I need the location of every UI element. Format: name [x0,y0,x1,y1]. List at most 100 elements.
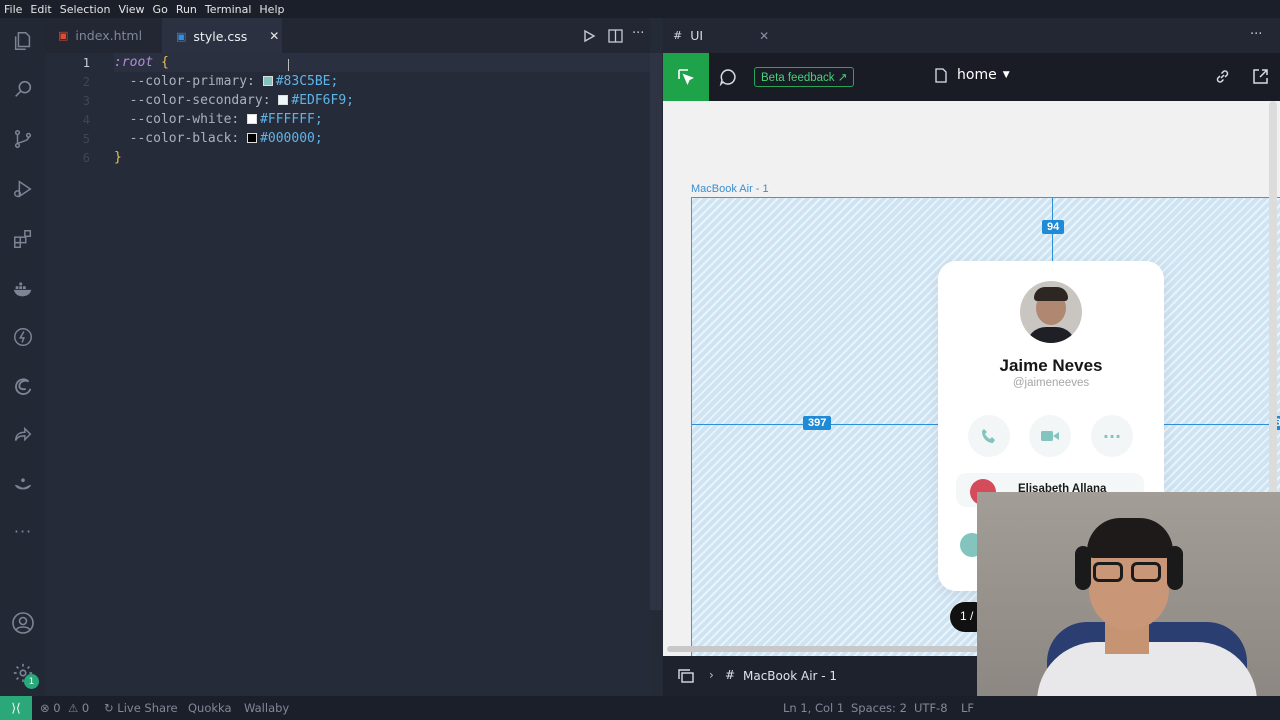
wallaby-button[interactable]: Wallaby [244,701,289,715]
indentation[interactable]: Spaces: 2 [851,701,907,715]
code-line: 6 } [46,148,650,167]
frame-hash-icon: # [725,668,736,682]
spacing-badge-top: 94 [1042,220,1065,234]
css-value: #FFFFFF; [260,112,323,127]
color-swatch[interactable] [278,95,289,105]
warning-count: 0 [81,701,90,715]
open-external-icon[interactable] [1252,68,1269,89]
headphone-left [1075,546,1091,590]
mouse-cursor [288,59,289,71]
link-icon[interactable] [1214,68,1231,89]
preview-more-icon[interactable]: ··· [1250,27,1262,42]
search-icon[interactable] [10,76,36,102]
spacing-badge-left: 397 [803,416,832,430]
status-bar: ⟩⟨ ⊗ 0 ⚠ 0 ↻ Live Share Quokka Wallaby L… [0,696,1280,720]
color-swatch[interactable] [247,133,258,143]
close-tab-icon[interactable]: ✕ [269,29,279,43]
tab-label: style.css [193,28,248,44]
tab-label: UI [690,28,704,43]
run-debug-icon[interactable] [10,176,36,202]
menu-file[interactable]: File [4,3,22,16]
css-value: #000000; [260,131,323,146]
menu-terminal[interactable]: Terminal [205,3,252,16]
end-of-line[interactable]: LF [961,701,974,715]
line-number: 5 [82,131,90,146]
chevron-down-icon: ▼ [1002,70,1010,80]
thunder-client-icon[interactable] [10,324,36,350]
code-line: 4 --color-white: #FFFFFF; [46,110,650,129]
layers-icon[interactable] [677,668,695,687]
css-selector: :root [114,55,154,70]
tab-index-html[interactable]: ▣ index.html [46,18,161,53]
encoding[interactable]: UTF-8 [914,701,948,715]
menu-edit[interactable]: Edit [30,3,51,16]
css-property: --color-primary: [129,74,255,89]
menu-view[interactable]: View [118,3,144,16]
menu-run[interactable]: Run [176,3,197,16]
quokka-button[interactable]: Quokka [188,701,232,715]
brace: } [114,150,122,165]
profile-name: Jaime Neves [999,356,1103,375]
preview-tabs: # UI ✕ ··· [663,18,1280,53]
comment-icon[interactable] [719,68,737,90]
problems-indicator[interactable]: ⊗ 0 ⚠ 0 [40,701,89,715]
frame-label[interactable]: MacBook Air - 1 [691,183,769,195]
page-icon [935,67,947,83]
menu-help[interactable]: Help [259,3,284,16]
error-count: 0 [53,701,61,715]
code-line: 3 --color-secondary: #EDF6F9; [46,91,650,110]
live-share-icon: ↻ [104,701,114,715]
menu-go[interactable]: Go [153,3,168,16]
color-swatch[interactable] [262,76,273,86]
tab-label: index.html [75,28,143,43]
extensions-icon[interactable] [10,226,36,252]
page-name: home [957,67,997,83]
editor-scrollbar[interactable] [650,53,662,610]
beta-label: Beta feedback [761,72,835,84]
line-number: 2 [82,74,90,89]
call-button[interactable] [968,415,1010,457]
line-number: 4 [82,112,90,127]
account-icon[interactable] [10,610,36,636]
editor-more-icon[interactable]: ··· [632,26,644,41]
close-tab-icon[interactable]: ✕ [759,29,769,43]
inspect-cursor-icon[interactable] [663,53,709,101]
live-share-button[interactable]: ↻ Live Share [104,701,178,715]
css-value: #EDF6F9; [291,93,354,108]
code-editor[interactable]: 1 :root { 2 --color-primary: #83C5BE; 3 … [46,53,650,696]
line-number: 1 [82,55,90,70]
menu-selection[interactable]: Selection [60,3,111,16]
source-control-icon[interactable] [10,126,36,152]
layer-breadcrumb[interactable]: MacBook Air - 1 [743,669,837,683]
headphone-right [1167,546,1183,590]
beta-feedback-button[interactable]: Beta feedback ↗ [754,67,855,87]
video-button[interactable] [1029,415,1071,457]
page-selector[interactable]: home ▼ [935,67,1010,83]
html5-icon: ▣ [58,29,69,42]
more-options-icon[interactable]: ··· [1091,415,1133,457]
more-icon[interactable]: ··· [10,518,36,544]
menu-bar: File Edit Selection View Go Run Terminal… [0,0,1280,18]
chevron-right-icon[interactable]: › [709,668,714,682]
live-share-icon[interactable] [10,422,36,448]
tab-ui[interactable]: # UI ✕ [673,18,783,53]
css-property: --color-black: [129,131,240,146]
css-value: #83C5BE; [275,74,339,89]
warning-icon: ⚠ [67,701,79,715]
css-property: --color-secondary: [129,93,271,108]
cursor-position[interactable]: Ln 1, Col 1 [783,701,844,715]
remote-icon[interactable]: ⟩⟨ [0,696,32,720]
run-file-icon[interactable] [582,28,596,47]
tab-style-css[interactable]: ▣ style.css ✕ [162,18,282,53]
error-icon: ⊗ [40,701,50,715]
code-line: 5 --color-black: #000000; [46,129,650,148]
video-camera-icon [1041,431,1059,441]
edge-devtools-icon[interactable] [10,374,36,400]
explorer-icon[interactable] [10,28,36,54]
genie-icon[interactable] [10,470,36,496]
split-editor-icon[interactable] [608,28,623,47]
figma-icon: # [673,29,683,42]
docker-icon[interactable] [10,276,36,302]
color-swatch[interactable] [247,114,258,124]
live-share-label: Live Share [117,701,178,715]
